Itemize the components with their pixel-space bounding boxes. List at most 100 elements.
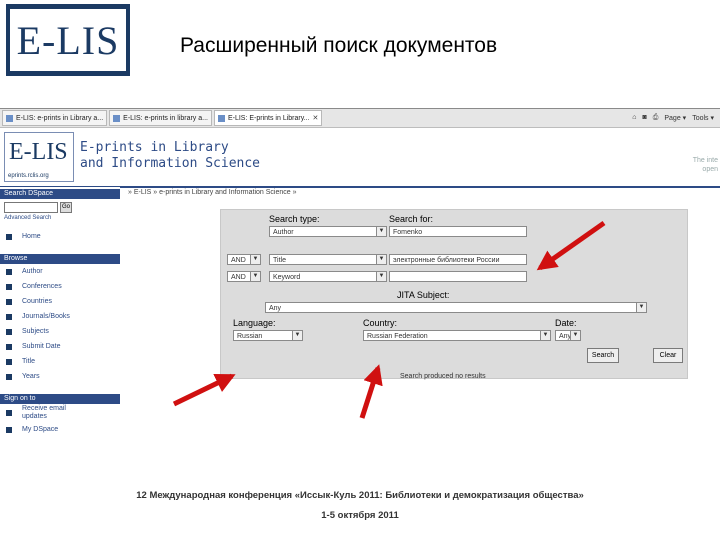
- sidebar-signon-heading: Sign on to: [0, 394, 120, 404]
- sidebar-search-button[interactable]: Go: [60, 202, 72, 213]
- input-value: электронные библиотеки России: [393, 257, 500, 264]
- jita-subject-select[interactable]: Any ▼: [265, 302, 647, 313]
- main-content: » E-LIS » e-prints in Library and Inform…: [124, 187, 720, 471]
- search-for-label: Search for:: [389, 214, 434, 224]
- home-icon[interactable]: ⌂: [632, 114, 636, 122]
- sidebar-item-conferences[interactable]: Conferences: [0, 279, 120, 294]
- sidebar-item-countries[interactable]: Countries: [0, 294, 120, 309]
- header-corner-text: The inte open: [693, 156, 718, 174]
- tools-menu[interactable]: Tools ▾: [692, 114, 714, 122]
- sidebar-item-author[interactable]: Author: [0, 264, 120, 279]
- bullet-icon: [6, 343, 12, 350]
- chevron-down-icon: ▼: [250, 272, 260, 281]
- search-for-input-2[interactable]: электронные библиотеки России: [389, 254, 527, 265]
- slide-footer-conference: 12 Международная конференция «Иссык-Куль…: [136, 490, 584, 501]
- language-label: Language:: [233, 318, 276, 328]
- search-button[interactable]: Search: [587, 348, 619, 363]
- site-header: E-LIS eprints.rclis.org E-prints in Libr…: [0, 128, 720, 188]
- clear-button[interactable]: Clear: [653, 348, 683, 363]
- bullet-icon: [6, 328, 12, 335]
- select-value: AND: [231, 257, 246, 264]
- country-select[interactable]: Russian Federation ▼: [363, 330, 551, 341]
- bullet-icon: [6, 410, 12, 416]
- select-value: Keyword: [273, 274, 301, 281]
- select-value: Author: [273, 229, 294, 236]
- favicon-icon: [6, 114, 13, 122]
- breadcrumb: » E-LIS » e-prints in Library and Inform…: [128, 189, 297, 196]
- sidebar-item-label: Submit Date: [22, 343, 61, 350]
- bullet-icon: [6, 283, 12, 290]
- browser-tab-active[interactable]: E-LIS: E-prints in Library... ✕: [213, 110, 323, 126]
- bullet-icon: [6, 298, 12, 305]
- chevron-down-icon: ▼: [292, 331, 302, 340]
- bullet-icon: [6, 233, 12, 240]
- browser-tab[interactable]: E-LIS: e-prints in library a...: [109, 110, 212, 126]
- slide-logo: E-LIS: [6, 4, 130, 76]
- search-type-select-2[interactable]: Title ▼: [269, 254, 387, 265]
- slide-logo-text: E-LIS: [10, 9, 126, 71]
- search-for-input-3[interactable]: [389, 271, 527, 282]
- sidebar-item-journals[interactable]: Journals/Books: [0, 309, 120, 324]
- advanced-search-link[interactable]: Advanced Search: [4, 215, 116, 221]
- sidebar-search-heading: Search DSpace: [0, 189, 120, 199]
- site-logo[interactable]: E-LIS eprints.rclis.org: [4, 132, 74, 182]
- sidebar-search: Go: [4, 202, 116, 213]
- input-value: Fomenko: [393, 229, 423, 236]
- sidebar-item-label: Receive email updates: [22, 405, 66, 420]
- chevron-down-icon: ▼: [376, 255, 386, 264]
- page-menu[interactable]: Page ▾: [664, 114, 686, 122]
- browser-toolbar: ⌂ ◙ ⎙ Page ▾ Tools ▾: [632, 114, 720, 122]
- bullet-icon: [6, 426, 12, 433]
- sidebar-item-subjects[interactable]: Subjects: [0, 324, 120, 339]
- site-name: E-prints in Library and Information Scie…: [80, 140, 260, 172]
- tab-label: E-LIS: E-prints in Library...: [227, 114, 310, 122]
- sidebar-search-input[interactable]: [4, 202, 58, 213]
- slide-title: Расширенный поиск документов: [180, 34, 498, 57]
- select-value: Title: [273, 257, 286, 264]
- feed-icon[interactable]: ◙: [643, 114, 647, 122]
- tab-bar: E-LIS: e-prints in Library a... E-LIS: e…: [0, 109, 720, 128]
- close-tab-icon[interactable]: ✕: [313, 114, 319, 122]
- site-name-line2: and Information Science: [80, 156, 261, 171]
- search-type-select-3[interactable]: Keyword ▼: [269, 271, 387, 282]
- sidebar-item-label: Title: [22, 358, 35, 365]
- favicon-icon: [113, 114, 121, 122]
- sidebar-item-submit-date[interactable]: Submit Date: [0, 339, 120, 354]
- operator-select-3[interactable]: AND ▼: [227, 271, 261, 282]
- sidebar-browse-heading: Browse: [0, 254, 120, 264]
- bullet-icon: [6, 358, 12, 365]
- sidebar-item-label: Author: [22, 268, 43, 275]
- corner-text-1: The inte: [692, 157, 718, 164]
- search-type-select-1[interactable]: Author ▼: [269, 226, 387, 237]
- search-type-label: Search type:: [269, 214, 320, 224]
- chevron-down-icon: ▼: [376, 272, 386, 281]
- bullet-icon: [6, 373, 12, 380]
- advanced-search-panel: Search type: Search for: Author ▼ Fomenko…: [220, 209, 688, 379]
- chevron-down-icon: ▼: [636, 303, 646, 312]
- language-select[interactable]: Russian ▼: [233, 330, 303, 341]
- date-select[interactable]: Any ▼: [555, 330, 581, 341]
- operator-select-2[interactable]: AND ▼: [227, 254, 261, 265]
- tab-label: E-LIS: e-prints in Library a...: [16, 114, 104, 122]
- select-value: AND: [231, 274, 246, 281]
- sidebar-item-my-dspace[interactable]: My DSpace: [0, 422, 120, 437]
- search-for-input-1[interactable]: Fomenko: [389, 226, 527, 237]
- sidebar-item-label: Years: [22, 373, 40, 380]
- sidebar: Search DSpace Go Advanced Search Home Br…: [0, 187, 120, 471]
- sidebar-item-label: Home: [22, 233, 41, 240]
- slide-footer-dates: 1-5 октября 2011: [321, 510, 399, 521]
- browser-tab[interactable]: E-LIS: e-prints in Library a...: [2, 110, 108, 126]
- site-logo-url: eprints.rclis.org: [8, 173, 49, 179]
- search-hint: Search produced no results: [400, 373, 486, 380]
- print-icon[interactable]: ⎙: [653, 114, 659, 122]
- chevron-down-icon: ▼: [250, 255, 260, 264]
- site-logo-text: E-LIS: [9, 139, 68, 165]
- sidebar-item-email-updates[interactable]: Receive email updates: [0, 404, 120, 422]
- date-label: Date:: [555, 318, 577, 328]
- select-value: Any: [269, 305, 282, 312]
- sidebar-item-title[interactable]: Title: [0, 354, 120, 369]
- sidebar-item-years[interactable]: Years: [0, 369, 120, 384]
- sidebar-item-home[interactable]: Home: [0, 229, 120, 244]
- tab-label: E-LIS: e-prints in library a...: [123, 114, 208, 122]
- corner-text-2: open: [702, 166, 718, 173]
